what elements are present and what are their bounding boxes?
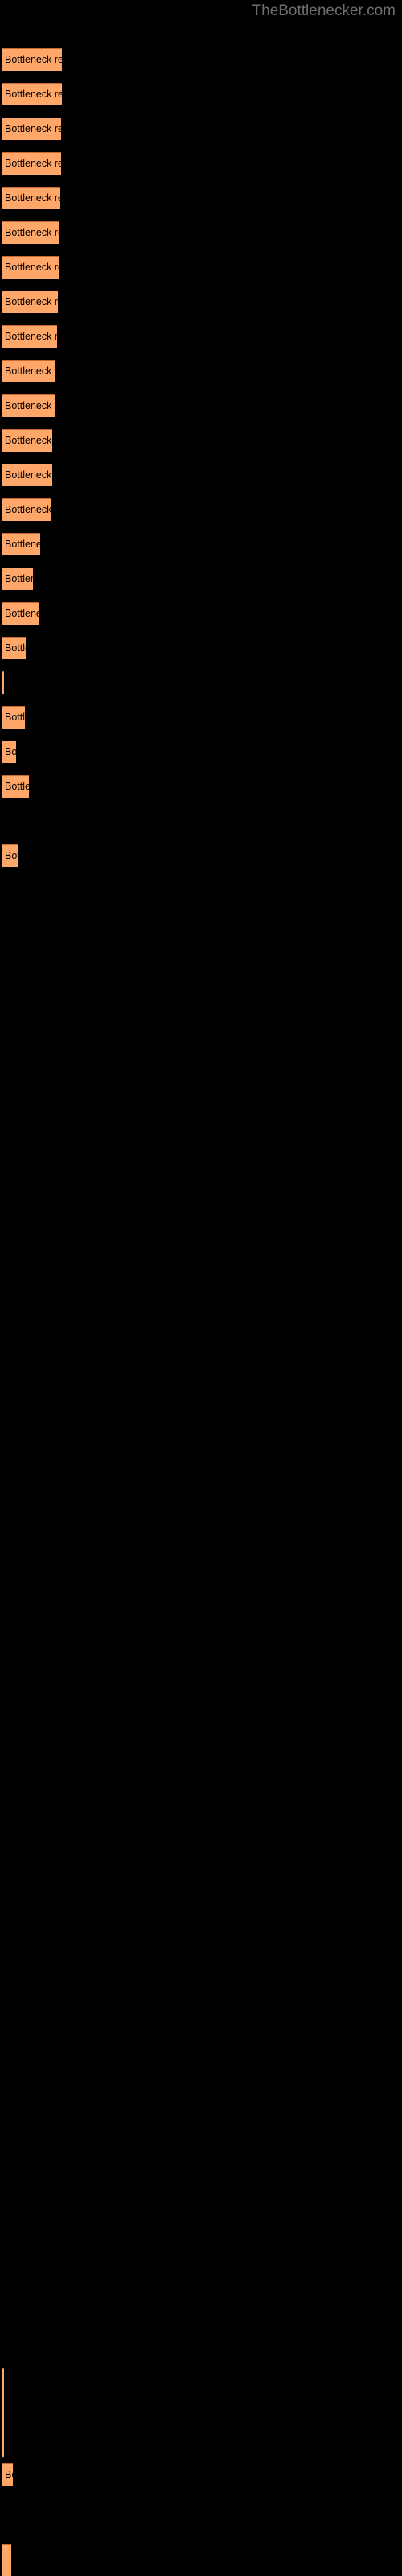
bar-14 [2, 498, 51, 521]
thin-marker-2 [2, 2544, 11, 2576]
bar-2 [2, 83, 62, 105]
bar-17 [2, 602, 39, 625]
bar-20 [2, 706, 25, 729]
bar-22 [2, 775, 29, 798]
bar-19 [2, 671, 4, 694]
bar-3 [2, 118, 61, 140]
chart-plot-area: Bottleneck resultBottleneck resultBottle… [0, 0, 402, 2576]
bar-9 [2, 325, 57, 348]
bar-18 [2, 637, 26, 659]
bar-13 [2, 464, 52, 486]
bar-10 [2, 360, 55, 382]
bar-12 [2, 429, 52, 452]
bar-4 [2, 152, 61, 175]
bar-7 [2, 256, 59, 279]
bottleneck-chart-root: TheBottlenecker.com Bottleneck resultBot… [0, 0, 402, 2576]
bar-1 [2, 48, 62, 71]
bar-5 [2, 187, 60, 209]
bar-25 [2, 2463, 13, 2486]
thin-marker-1 [2, 2368, 4, 2457]
bar-21 [2, 741, 16, 763]
bar-16 [2, 568, 33, 590]
bar-15 [2, 533, 40, 555]
bar-8 [2, 291, 58, 313]
bar-24 [2, 844, 18, 867]
bar-6 [2, 221, 59, 244]
bar-label: Bottleneck result [2, 810, 5, 832]
bar-11 [2, 394, 55, 417]
